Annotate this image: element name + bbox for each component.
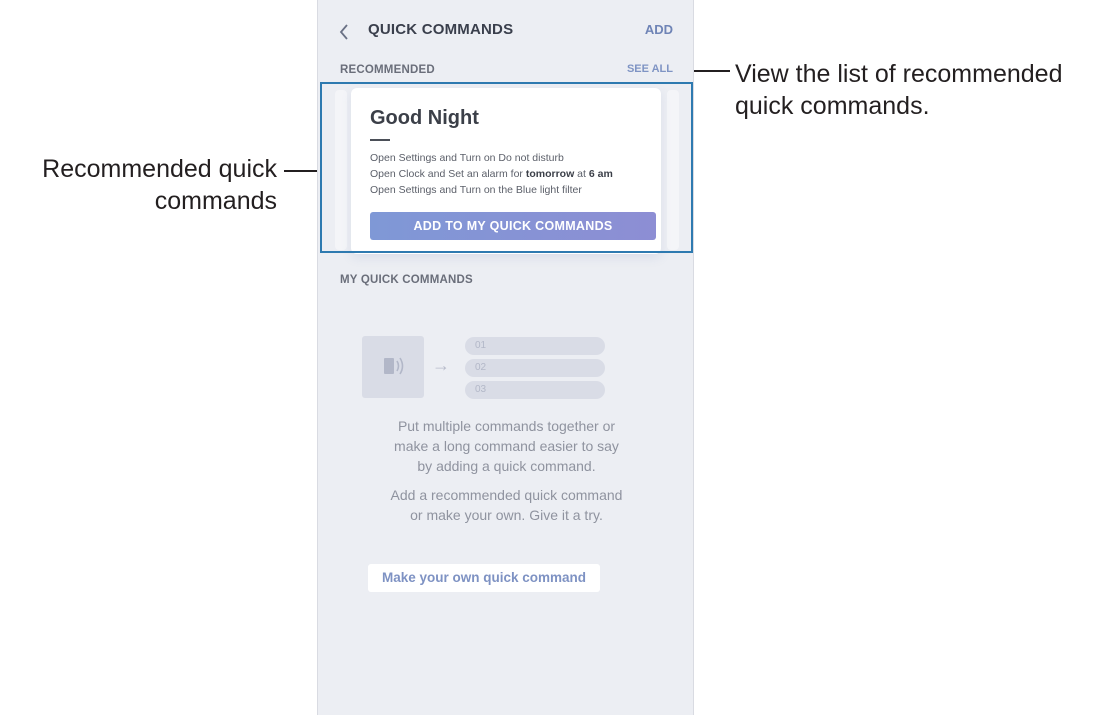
description-1-line-2: make a long command easier to say xyxy=(394,438,619,454)
callout-left-line1: Recommended quick xyxy=(42,155,277,183)
voice-phone-icon xyxy=(362,336,424,398)
description-1-line-1: Put multiple commands together or xyxy=(397,418,616,434)
add-button[interactable]: ADD xyxy=(645,22,673,37)
recommended-highlight-box xyxy=(320,82,693,253)
step-pill-3: 03 xyxy=(465,381,605,399)
callout-left-leader xyxy=(284,170,320,172)
description-2-line-2: or make your own. Give it a try. xyxy=(410,507,603,523)
chevron-left-icon[interactable] xyxy=(336,20,352,44)
recommended-section-label: RECOMMENDED xyxy=(340,64,435,76)
callout-right-line1: View the list of recommended xyxy=(735,60,1063,88)
app-header: QUICK COMMANDS ADD xyxy=(318,0,693,60)
description-1-line-3: by adding a quick command. xyxy=(417,458,596,474)
arrow-right-icon: → xyxy=(432,355,450,375)
description-paragraph-1: Put multiple commands together or make a… xyxy=(318,416,695,476)
make-your-own-button[interactable]: Make your own quick command xyxy=(368,564,600,592)
step-pill-1: 01 xyxy=(465,337,605,355)
step-pill-2: 02 xyxy=(465,359,605,377)
callout-recommended-quick-commands: Recommended quick commands xyxy=(42,153,277,217)
callout-view-list: View the list of recommended quick comma… xyxy=(735,58,1062,122)
description-paragraph-2: Add a recommended quick command or make … xyxy=(318,485,695,525)
callout-right-line2: quick commands. xyxy=(735,92,930,120)
page-title: QUICK COMMANDS xyxy=(368,21,514,38)
see-all-link[interactable]: SEE ALL xyxy=(627,63,673,75)
my-quick-commands-label: MY QUICK COMMANDS xyxy=(340,274,473,286)
description-2-line-1: Add a recommended quick command xyxy=(390,487,623,503)
callout-left-line2: commands xyxy=(154,187,277,215)
